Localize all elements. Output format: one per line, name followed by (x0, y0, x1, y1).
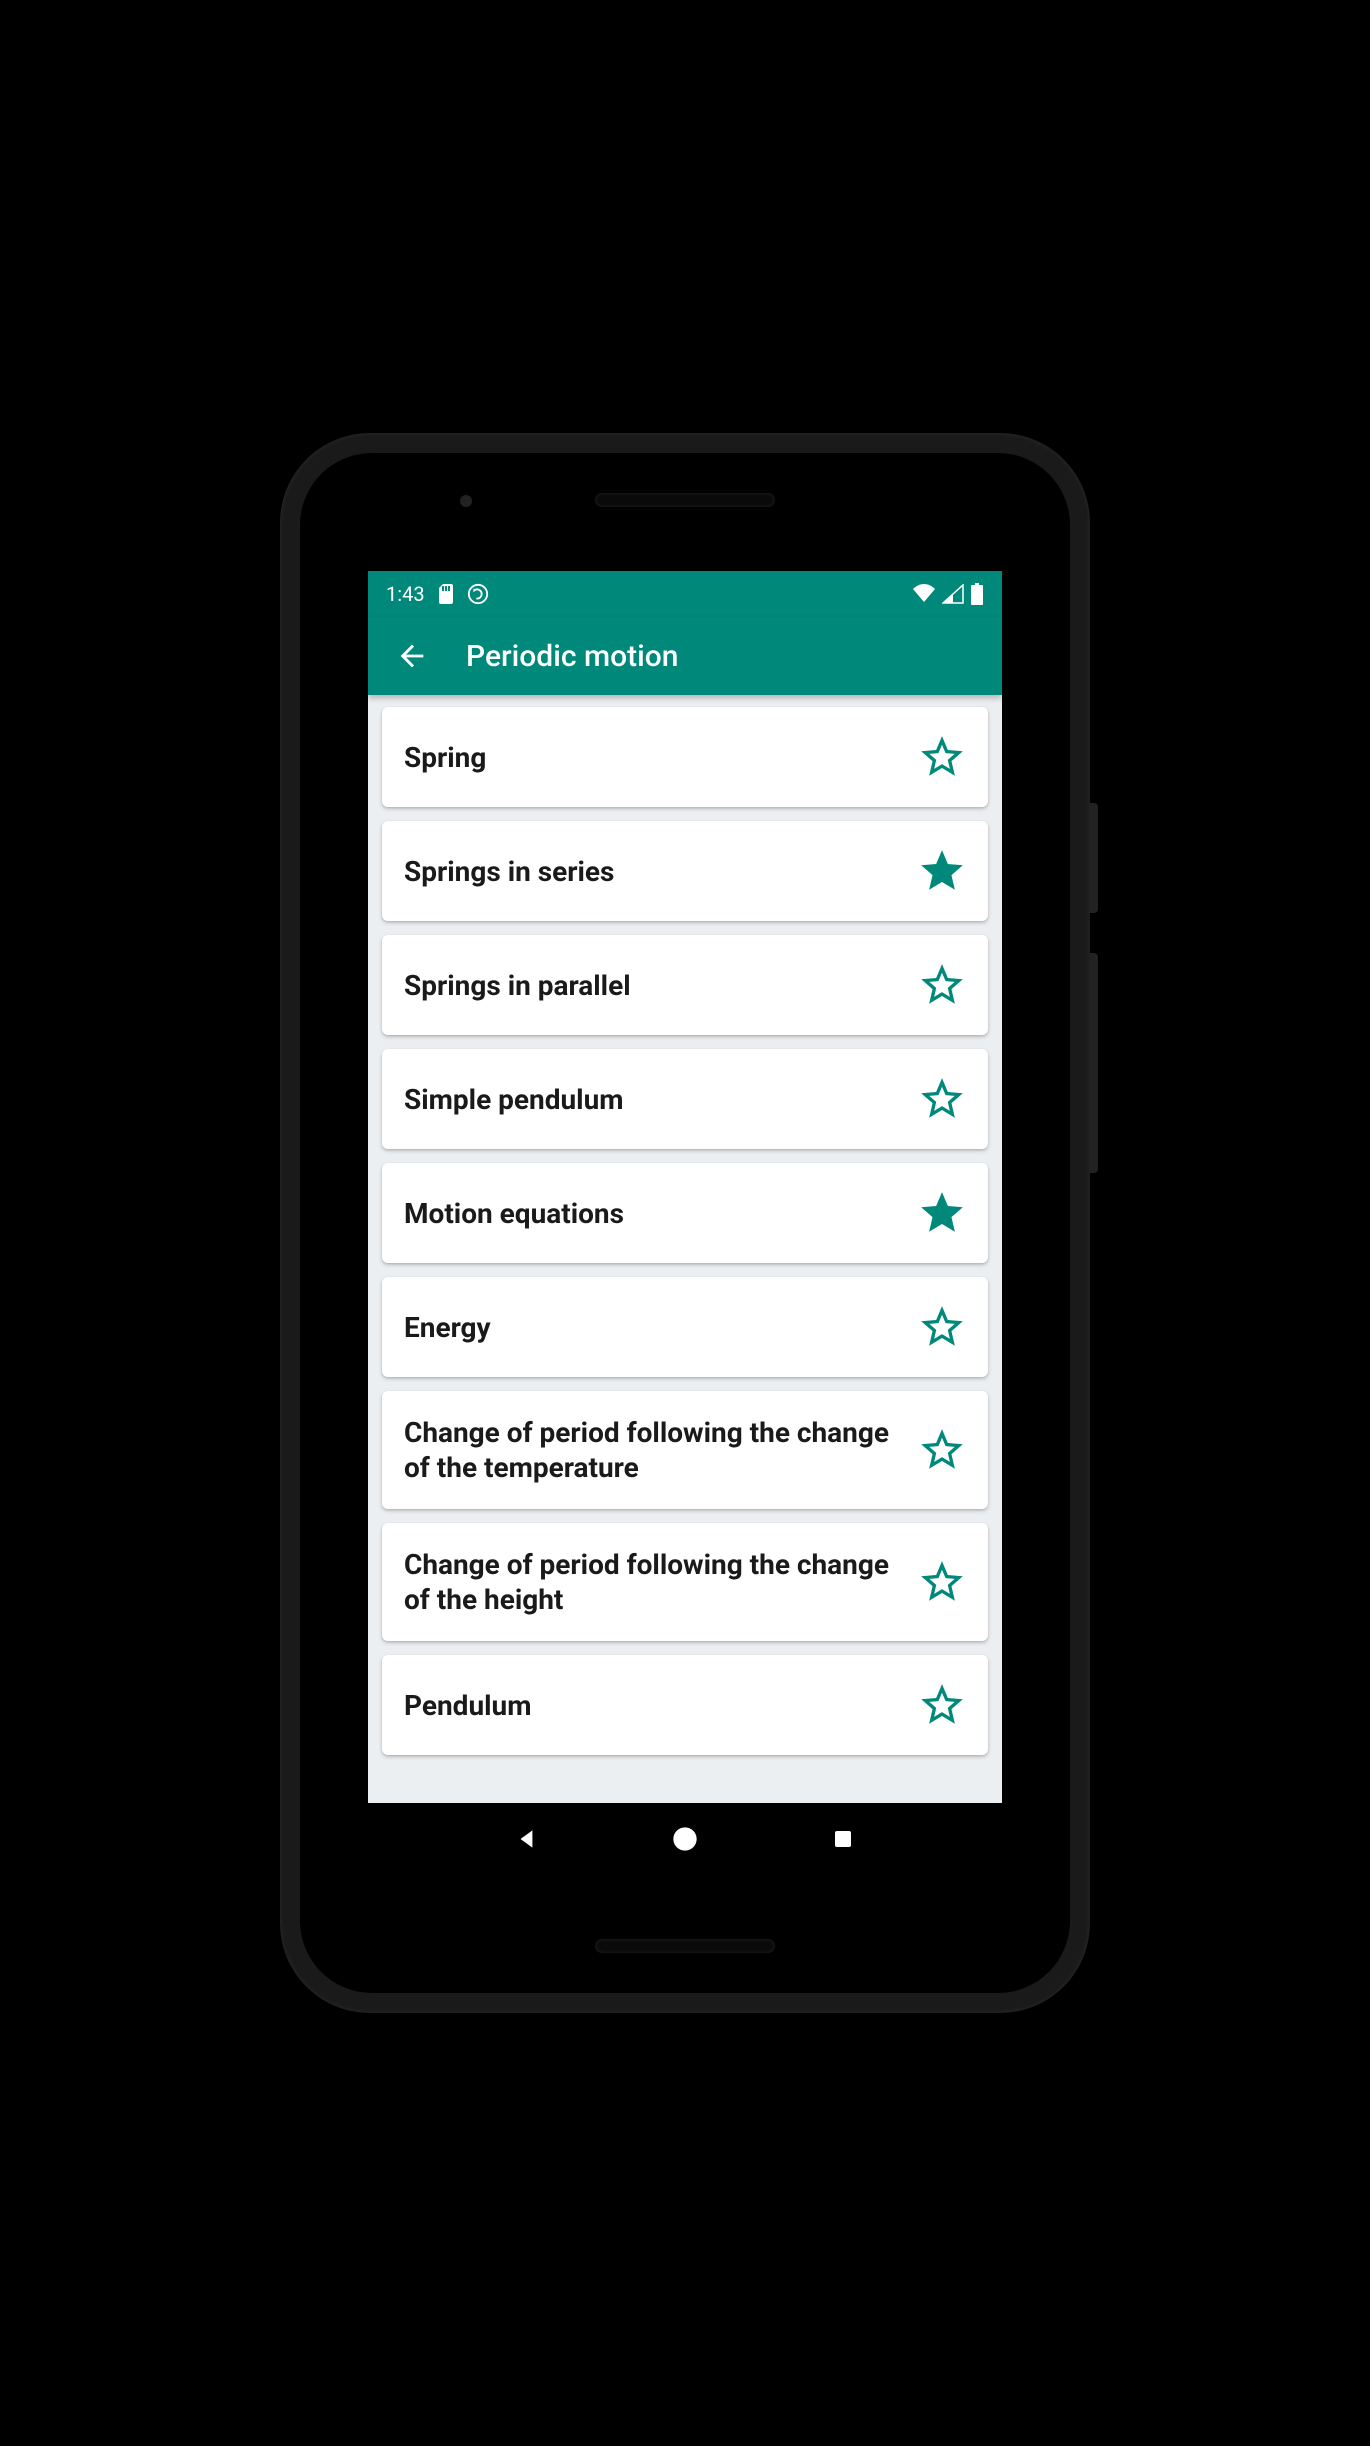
star-outline-icon[interactable] (916, 1679, 968, 1731)
list-item[interactable]: Springs in series (382, 821, 988, 921)
status-time: 1:43 (386, 582, 425, 606)
arrow-left-icon (395, 639, 429, 673)
list-item-label: Simple pendulum (404, 1082, 916, 1117)
star-outline-icon[interactable] (916, 1301, 968, 1353)
list-item-label: Springs in series (404, 854, 916, 889)
list-item[interactable]: Energy (382, 1277, 988, 1377)
nav-home-button[interactable] (663, 1817, 707, 1861)
phone-frame: 1:43 (280, 433, 1090, 2013)
list-item-label: Motion equations (404, 1196, 916, 1231)
star-outline-icon[interactable] (916, 1556, 968, 1608)
status-bar: 1:43 (368, 571, 1002, 617)
topic-list[interactable]: Spring Springs in series Springs in parall… (368, 695, 1002, 1803)
status-left: 1:43 (386, 582, 489, 606)
list-item-label: Change of period following the change of… (404, 1547, 916, 1617)
list-item[interactable]: Motion equations (382, 1163, 988, 1263)
nav-back-button[interactable] (505, 1817, 549, 1861)
triangle-back-icon (514, 1826, 540, 1852)
sd-card-icon (437, 584, 455, 604)
list-item[interactable]: Spring (382, 707, 988, 807)
phone-camera (460, 495, 472, 507)
battery-icon (970, 583, 984, 605)
phone-speaker (595, 493, 775, 507)
list-item-label: Spring (404, 740, 916, 775)
list-item-label: Springs in parallel (404, 968, 916, 1003)
star-outline-icon[interactable] (916, 959, 968, 1011)
list-item-label: Change of period following the change of… (404, 1415, 916, 1485)
no-rotate-icon (467, 583, 489, 605)
app-bar: Periodic motion (368, 617, 1002, 695)
phone-bottom-speaker (595, 1939, 775, 1953)
star-outline-icon[interactable] (916, 1073, 968, 1125)
back-button[interactable] (386, 630, 438, 682)
star-outline-icon[interactable] (916, 731, 968, 783)
wifi-icon (912, 584, 936, 604)
list-item-label: Pendulum (404, 1688, 916, 1723)
screen: 1:43 (368, 571, 1002, 1875)
list-item[interactable]: Springs in parallel (382, 935, 988, 1035)
cell-signal-icon (942, 584, 964, 604)
star-filled-icon[interactable] (916, 1187, 968, 1239)
phone-side-button (1090, 953, 1098, 1173)
star-outline-icon[interactable] (916, 1424, 968, 1476)
phone-inner: 1:43 (300, 453, 1070, 1993)
list-item[interactable]: Pendulum (382, 1655, 988, 1755)
android-nav-bar (368, 1803, 1002, 1875)
circle-home-icon (671, 1825, 699, 1853)
status-right (912, 583, 984, 605)
list-item[interactable]: Change of period following the change of… (382, 1391, 988, 1509)
star-filled-icon[interactable] (916, 845, 968, 897)
square-recent-icon (831, 1827, 855, 1851)
phone-side-button (1090, 803, 1098, 913)
list-item[interactable]: Simple pendulum (382, 1049, 988, 1149)
page-title: Periodic motion (466, 639, 678, 674)
nav-recent-button[interactable] (821, 1817, 865, 1861)
list-item-label: Energy (404, 1310, 916, 1345)
list-item[interactable]: Change of period following the change of… (382, 1523, 988, 1641)
